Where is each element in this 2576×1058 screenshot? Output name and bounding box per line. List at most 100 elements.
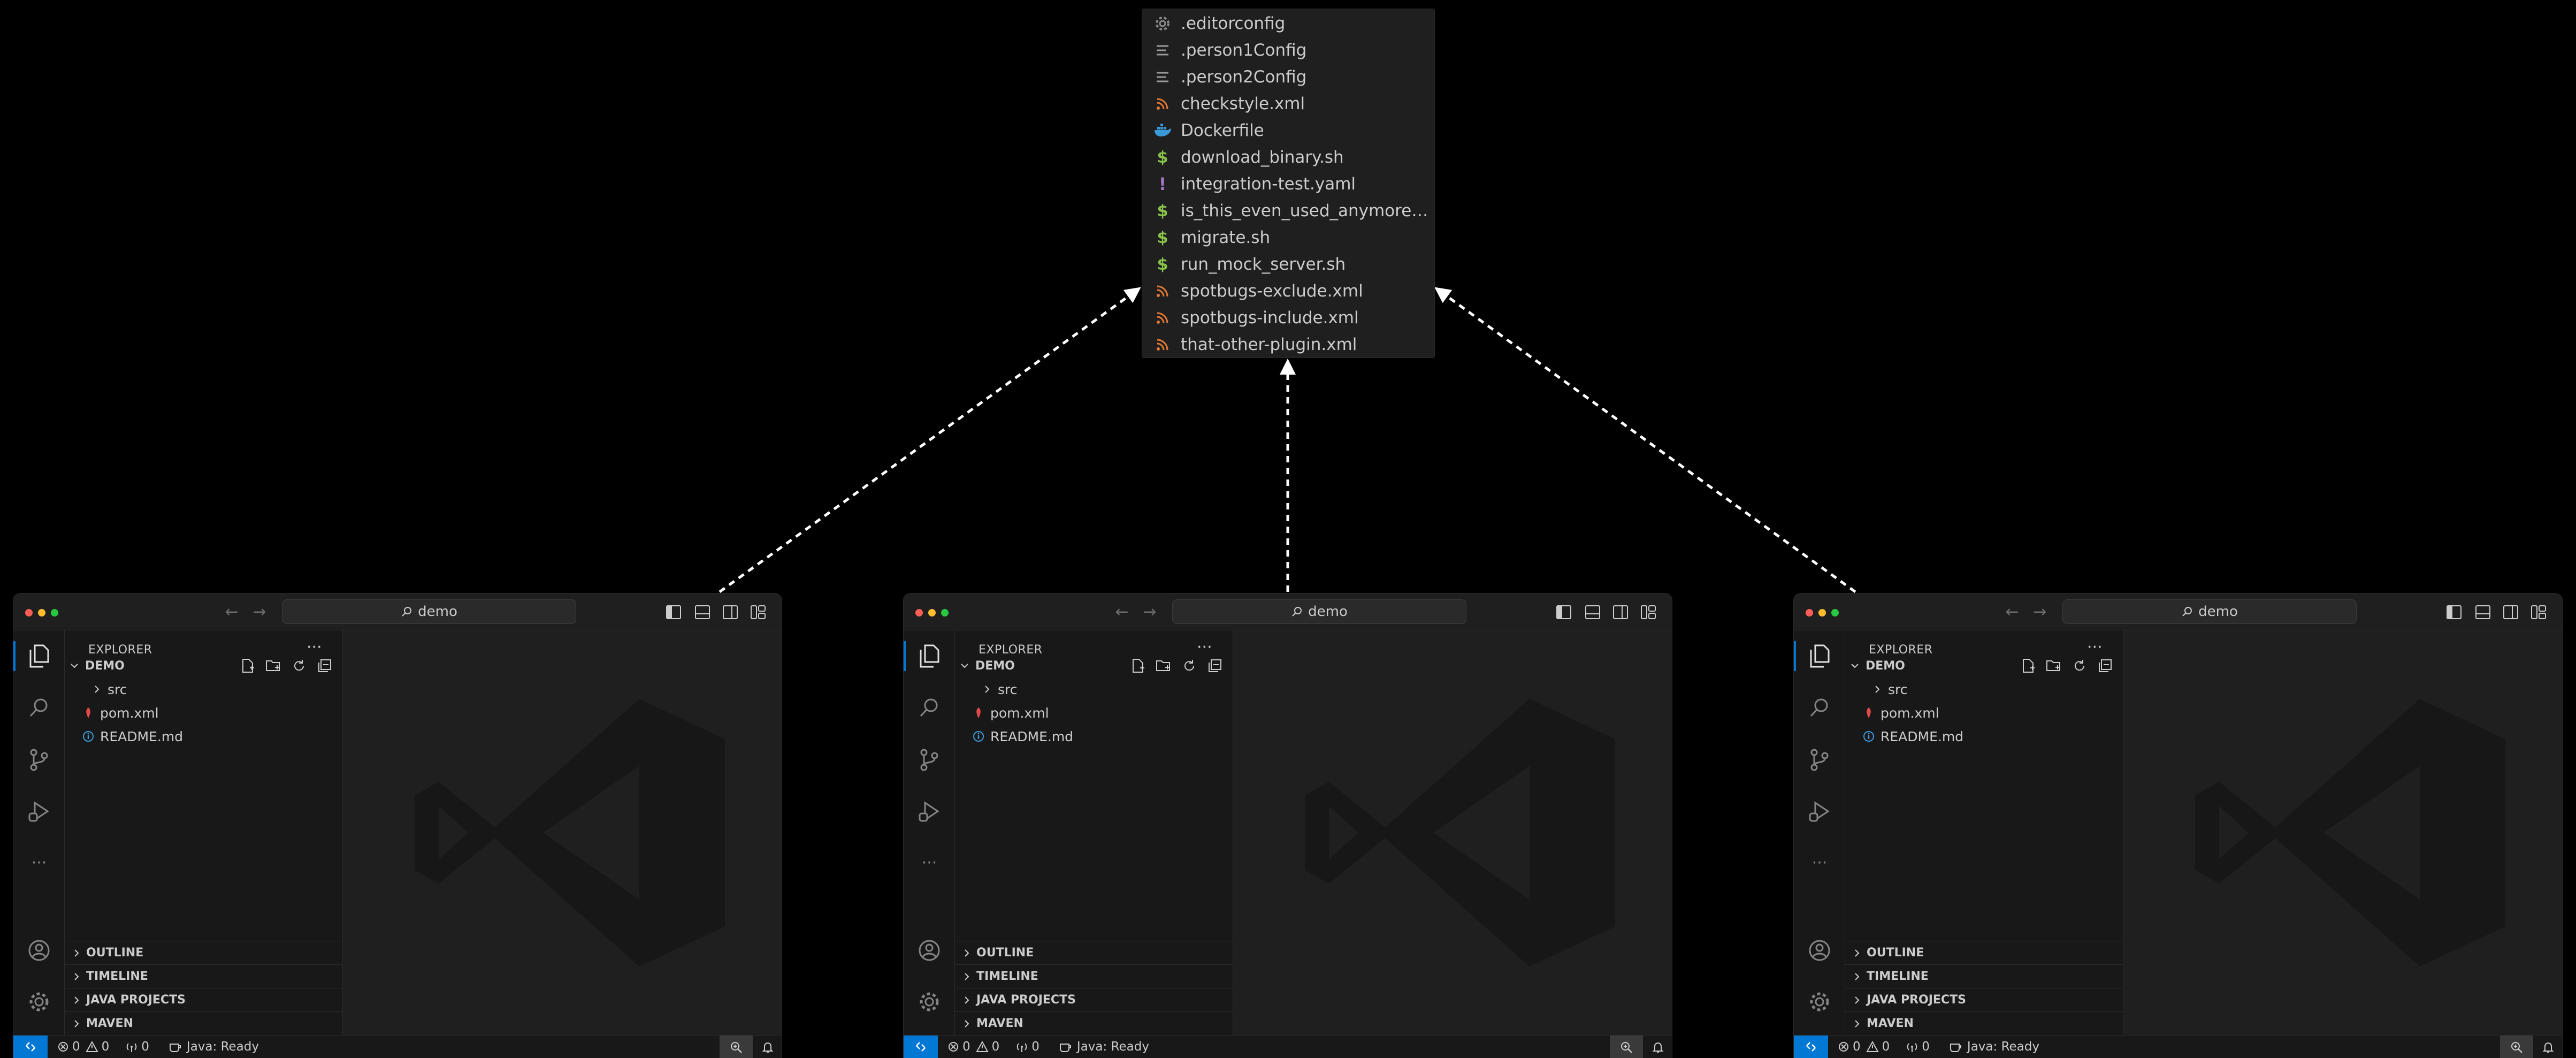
close-window-button[interactable] <box>25 609 33 616</box>
search-icon[interactable] <box>916 695 942 720</box>
problems-status[interactable]: 0 0 <box>1838 1040 1890 1054</box>
file-list-item[interactable]: $ migrate.sh <box>1142 224 1434 251</box>
toggle-secondary-sidebar-icon[interactable] <box>2501 603 2520 622</box>
zoom-icon[interactable] <box>2500 1036 2533 1058</box>
tree-item-src[interactable]: src <box>65 678 343 701</box>
account-icon[interactable] <box>1807 938 1832 963</box>
file-list-item[interactable]: that-other-plugin.xml <box>1142 331 1434 358</box>
run-debug-icon[interactable] <box>26 798 52 824</box>
file-list-item[interactable]: spotbugs-include.xml <box>1142 305 1434 331</box>
toggle-secondary-sidebar-icon[interactable] <box>721 603 740 622</box>
bell-icon[interactable] <box>761 1036 774 1058</box>
source-control-icon[interactable] <box>1807 747 1832 773</box>
tree-item-readme[interactable]: README.md <box>1845 725 2123 748</box>
file-list-item[interactable]: spotbugs-exclude.xml <box>1142 278 1434 305</box>
run-debug-icon[interactable] <box>1807 798 1832 824</box>
explorer-files-icon[interactable] <box>1807 643 1832 669</box>
section-java-projects[interactable]: JAVA PROJECTS <box>65 988 343 1011</box>
gear-icon[interactable] <box>916 989 942 1015</box>
search-icon[interactable] <box>26 695 52 720</box>
new-file-icon[interactable] <box>1128 656 1148 675</box>
arrow-left-icon[interactable]: ← <box>2001 601 2023 622</box>
section-maven[interactable]: MAVEN <box>65 1011 343 1035</box>
section-java-projects[interactable]: JAVA PROJECTS <box>1845 988 2123 1011</box>
close-window-button[interactable] <box>1806 609 1813 616</box>
tree-item-pom[interactable]: pom.xml <box>65 701 343 725</box>
project-header[interactable]: DEMO <box>955 654 1233 678</box>
more-icon[interactable]: ··· <box>1807 850 1832 876</box>
run-debug-icon[interactable] <box>916 798 942 824</box>
java-status[interactable]: Java: Ready <box>169 1040 259 1054</box>
file-list-item[interactable]: $ download_binary.sh <box>1142 144 1434 171</box>
command-center-search[interactable]: demo <box>2062 599 2357 624</box>
section-java-projects[interactable]: JAVA PROJECTS <box>955 988 1233 1011</box>
java-status[interactable]: Java: Ready <box>1059 1040 1149 1054</box>
zoom-icon[interactable] <box>720 1036 753 1058</box>
close-window-button[interactable] <box>915 609 923 616</box>
file-list-item[interactable]: .person2Config <box>1142 64 1434 90</box>
customize-layout-icon[interactable] <box>748 603 768 622</box>
tree-item-readme[interactable]: README.md <box>955 725 1233 748</box>
toggle-primary-sidebar-icon[interactable] <box>2444 603 2464 622</box>
toggle-secondary-sidebar-icon[interactable] <box>1611 603 1630 622</box>
collapse-all-icon[interactable] <box>1205 656 1225 675</box>
more-icon[interactable]: ··· <box>916 850 942 876</box>
maximize-window-button[interactable] <box>51 609 58 616</box>
gear-icon[interactable] <box>1807 989 1832 1015</box>
search-icon[interactable] <box>1807 695 1832 720</box>
tree-item-src[interactable]: src <box>1845 678 2123 701</box>
section-outline[interactable]: OUTLINE <box>1845 941 2123 964</box>
file-list-item[interactable]: .editorconfig <box>1142 10 1434 37</box>
new-folder-icon[interactable] <box>264 656 283 675</box>
refresh-icon[interactable] <box>2070 656 2089 675</box>
remote-icon[interactable] <box>904 1035 938 1058</box>
remote-icon[interactable] <box>1794 1035 1828 1058</box>
toggle-primary-sidebar-icon[interactable] <box>664 603 683 622</box>
section-outline[interactable]: OUTLINE <box>955 941 1233 964</box>
minimize-window-button[interactable] <box>928 609 936 616</box>
section-outline[interactable]: OUTLINE <box>65 941 343 964</box>
source-control-icon[interactable] <box>26 747 52 773</box>
problems-status[interactable]: 0 0 <box>947 1040 999 1054</box>
ports-status[interactable]: 0 <box>1015 1040 1039 1054</box>
command-center-search[interactable]: demo <box>1172 599 1466 624</box>
tree-item-pom[interactable]: pom.xml <box>955 701 1233 725</box>
bell-icon[interactable] <box>2542 1036 2555 1058</box>
java-status[interactable]: Java: Ready <box>1949 1040 2039 1054</box>
customize-layout-icon[interactable] <box>1639 603 1658 622</box>
explorer-files-icon[interactable] <box>916 643 942 669</box>
arrow-right-icon[interactable]: → <box>2029 601 2051 622</box>
collapse-all-icon[interactable] <box>2096 656 2115 675</box>
ports-status[interactable]: 0 <box>1906 1040 1930 1054</box>
tree-item-readme[interactable]: README.md <box>65 725 343 748</box>
project-header[interactable]: DEMO <box>65 654 343 678</box>
customize-layout-icon[interactable] <box>2529 603 2548 622</box>
section-timeline[interactable]: TIMELINE <box>955 964 1233 988</box>
tree-item-pom[interactable]: pom.xml <box>1845 701 2123 725</box>
minimize-window-button[interactable] <box>1818 609 1826 616</box>
minimize-window-button[interactable] <box>38 609 45 616</box>
maximize-window-button[interactable] <box>941 609 949 616</box>
ports-status[interactable]: 0 <box>125 1040 149 1054</box>
section-maven[interactable]: MAVEN <box>955 1011 1233 1035</box>
toggle-panel-icon[interactable] <box>1583 603 1602 622</box>
problems-status[interactable]: 0 0 <box>57 1040 109 1054</box>
new-folder-icon[interactable] <box>2044 656 2063 675</box>
source-control-icon[interactable] <box>916 747 942 773</box>
toggle-panel-icon[interactable] <box>693 603 712 622</box>
section-timeline[interactable]: TIMELINE <box>65 964 343 988</box>
refresh-icon[interactable] <box>1180 656 1199 675</box>
maximize-window-button[interactable] <box>1831 609 1839 616</box>
file-list-item[interactable]: $ is_this_even_used_anymore_best... <box>1142 197 1434 224</box>
file-list-item[interactable]: checkstyle.xml <box>1142 90 1434 117</box>
command-center-search[interactable]: demo <box>282 599 576 624</box>
arrow-right-icon[interactable]: → <box>1139 601 1160 622</box>
project-header[interactable]: DEMO <box>1845 654 2123 678</box>
section-maven[interactable]: MAVEN <box>1845 1011 2123 1035</box>
file-list-item[interactable]: Dockerfile <box>1142 117 1434 144</box>
account-icon[interactable] <box>26 938 52 963</box>
file-list-item[interactable]: $ run_mock_server.sh <box>1142 251 1434 278</box>
zoom-icon[interactable] <box>1610 1036 1643 1058</box>
new-folder-icon[interactable] <box>1154 656 1173 675</box>
new-file-icon[interactable] <box>238 656 257 675</box>
